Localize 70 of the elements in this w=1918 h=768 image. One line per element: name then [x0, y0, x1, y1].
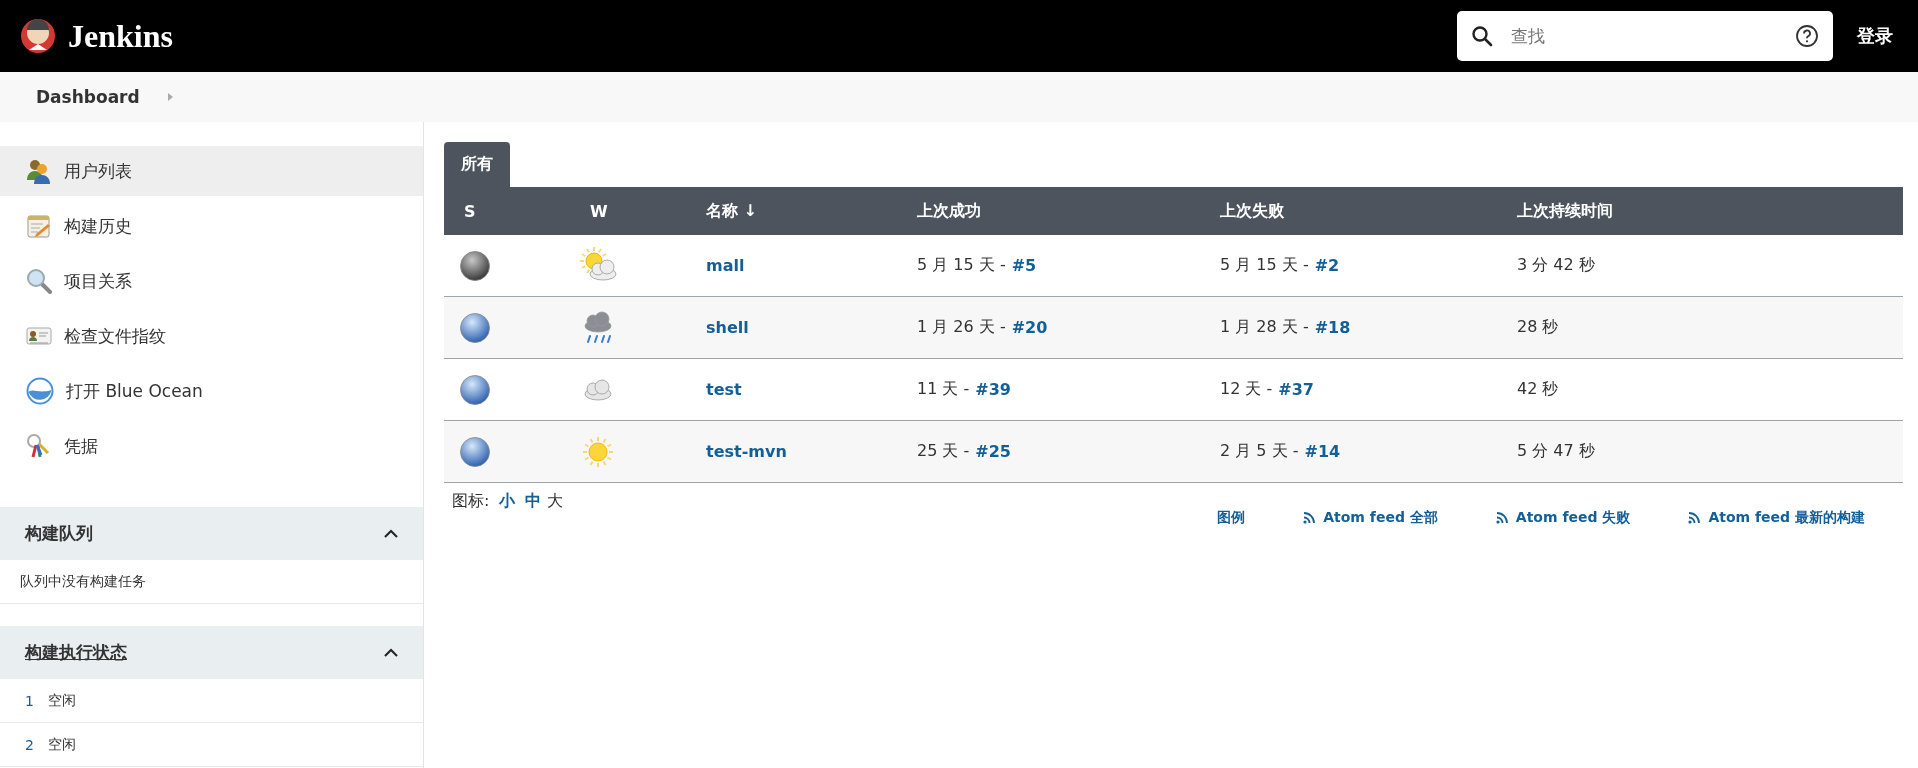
build-link[interactable]: #2 — [1314, 256, 1340, 275]
time-ago-text: 5 月 15 天 - — [917, 255, 1006, 276]
time-ago-text: 12 天 - — [1220, 379, 1273, 400]
executor-number[interactable]: 1 — [25, 692, 34, 709]
sidebar-item[interactable]: 凭据 — [0, 421, 423, 471]
job-link[interactable]: test — [706, 380, 742, 399]
time-ago-text: 2 月 5 天 - — [1220, 441, 1299, 462]
search-icon — [1471, 25, 1493, 47]
duration-text: 28 秒 — [1517, 317, 1559, 338]
search-field[interactable]: 查找 — [1509, 11, 1779, 61]
sidebar-item[interactable]: 检查文件指纹 — [0, 311, 423, 361]
breadcrumb-link[interactable]: Dashboard — [36, 87, 140, 107]
panel-title: 构建队列 — [25, 522, 93, 545]
atom-feed-link[interactable]: Atom feed 全部 — [1303, 509, 1438, 527]
time-ago-text: 1 月 28 天 - — [1220, 317, 1309, 338]
icon-size-option: 大 — [547, 491, 564, 512]
chevron-up-icon[interactable] — [383, 647, 399, 658]
job-link[interactable]: test-mvn — [706, 442, 787, 461]
job-link[interactable]: shell — [706, 318, 749, 337]
keys-icon — [26, 433, 52, 459]
logo-text[interactable]: Jenkins — [68, 17, 173, 55]
sidebar-item[interactable]: 项目关系 — [0, 256, 423, 306]
column-header: 上次成功 — [917, 200, 982, 222]
executor-status: 空闲 — [47, 735, 76, 754]
rss-feed-icon — [1495, 512, 1508, 524]
time-ago-text: 1 月 26 天 - — [917, 317, 1006, 338]
time-ago-text: 5 月 15 天 - — [1220, 255, 1309, 276]
icon-size-label: 图标: — [452, 491, 490, 512]
people-icon — [26, 158, 52, 184]
icon-size-link[interactable]: 小 — [499, 491, 516, 512]
column-header: W — [589, 201, 609, 221]
chevron-up-icon[interactable] — [383, 528, 399, 539]
sidebar-item[interactable]: 构建历史 — [0, 201, 423, 251]
build-link[interactable]: #18 — [1314, 318, 1351, 337]
build-link[interactable]: #5 — [1011, 256, 1037, 275]
build-link[interactable]: #25 — [975, 442, 1011, 461]
build-link[interactable]: #14 — [1304, 442, 1341, 461]
executor-number[interactable]: 2 — [25, 736, 34, 753]
column-header: 上次持续时间 — [1517, 200, 1614, 222]
magnifier-icon — [26, 268, 52, 294]
build-link[interactable]: #37 — [1278, 380, 1314, 399]
help-icon[interactable] — [1795, 24, 1819, 48]
rss-feed-icon — [1303, 512, 1316, 524]
column-header: 上次失败 — [1220, 200, 1285, 222]
duration-text: 5 分 47 秒 — [1517, 441, 1595, 462]
duration-text: 3 分 42 秒 — [1517, 255, 1595, 276]
executor-status: 空闲 — [47, 691, 76, 710]
build-link[interactable]: #39 — [975, 380, 1011, 399]
rss-feed-icon — [1688, 512, 1701, 524]
view-tab[interactable]: 所有 — [444, 142, 510, 187]
duration-text: 42 秒 — [1517, 379, 1559, 400]
notepad-icon — [26, 213, 52, 239]
sidebar-item[interactable]: 用户列表 — [0, 146, 423, 196]
logo-icon — [20, 16, 56, 56]
sidebar-item[interactable]: 打开 Blue Ocean — [0, 366, 423, 416]
icon-size-link[interactable]: 中 — [525, 491, 542, 512]
ocean-icon — [26, 377, 54, 405]
time-ago-text: 25 天 - — [917, 441, 970, 462]
legend-link[interactable]: 图例 — [1217, 509, 1246, 527]
panel-title[interactable]: 构建执行状态 — [25, 641, 127, 664]
login-link[interactable]: 登录 — [1857, 24, 1893, 48]
job-link[interactable]: mall — [706, 256, 745, 275]
queue-message: 队列中没有构建任务 — [0, 560, 423, 604]
column-header: S — [463, 201, 477, 221]
time-ago-text: 11 天 - — [917, 379, 970, 400]
atom-feed-link[interactable]: Atom feed 最新的构建 — [1688, 509, 1865, 527]
atom-feed-link[interactable]: Atom feed 失败 — [1495, 509, 1631, 527]
column-header[interactable]: 名称 ↓ — [706, 200, 917, 222]
search-box[interactable]: 查找 — [1457, 11, 1833, 61]
build-link[interactable]: #20 — [1011, 318, 1048, 337]
